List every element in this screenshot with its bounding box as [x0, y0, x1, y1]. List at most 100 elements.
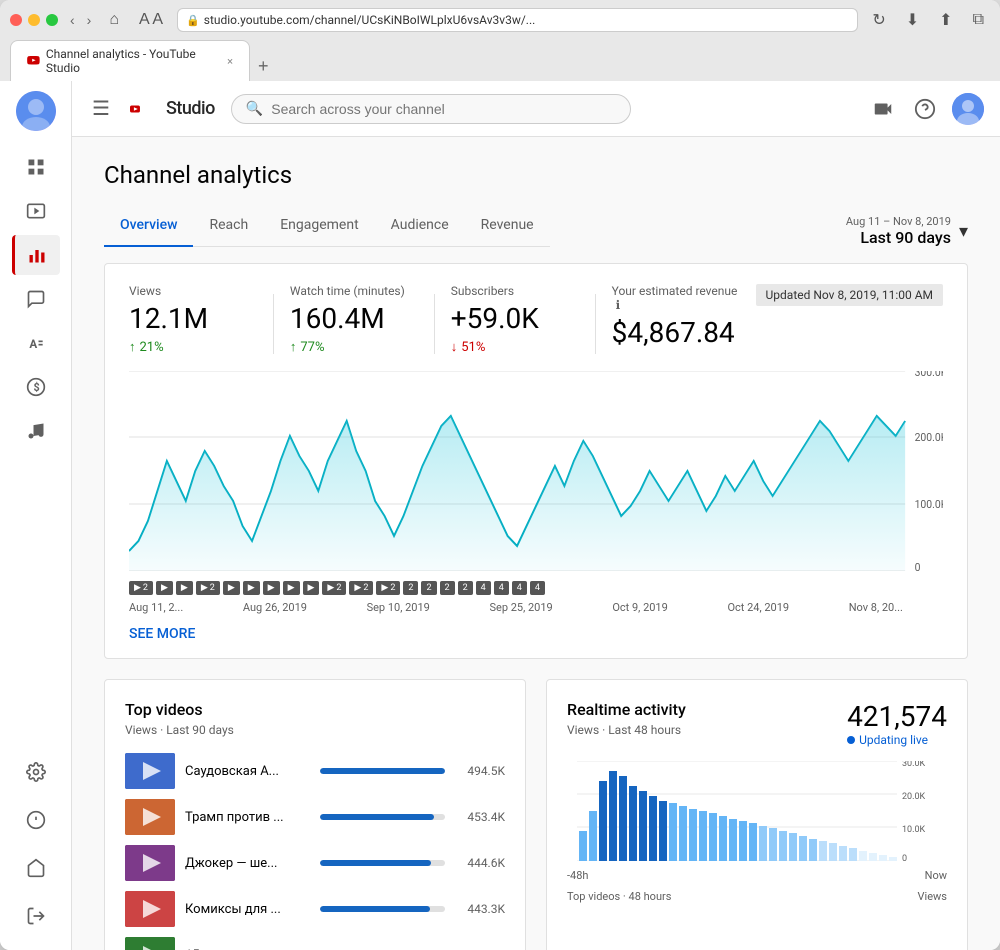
tab-audience[interactable]: Audience	[375, 205, 465, 247]
video-bar-2	[320, 814, 434, 820]
revenue-info-icon[interactable]: ℹ	[616, 298, 621, 312]
video-item-1[interactable]: Саудовская А... 494.5K	[125, 753, 505, 789]
download-button[interactable]: ⬇	[900, 8, 925, 32]
stat-divider-3	[595, 294, 596, 354]
create-button[interactable]	[868, 94, 898, 124]
video-bar-1	[320, 768, 445, 774]
date-range[interactable]: Aug 11 – Nov 8, 2019 Last 90 days ▾	[846, 215, 968, 247]
new-tab-button[interactable]: +	[250, 52, 277, 81]
reader-view-button[interactable]: A A	[133, 9, 169, 31]
badge-1: ▶ 2	[129, 581, 153, 595]
live-dot	[847, 736, 855, 744]
youtube-icon	[130, 98, 162, 120]
video-title-4: Комиксы для ...	[185, 902, 310, 917]
app-layout: A $	[0, 81, 1000, 950]
chart-x-labels: Aug 11, 2... Aug 26, 2019 Sep 10, 2019 S…	[129, 601, 943, 614]
realtime-chart: 30.0K 20.0K 10.0K 0	[567, 761, 947, 861]
user-avatar[interactable]	[952, 93, 984, 125]
forward-button[interactable]: ›	[83, 10, 96, 30]
svg-text:A: A	[29, 337, 37, 351]
views-value: 12.1M	[129, 302, 257, 335]
svg-text:30.0K: 30.0K	[902, 761, 926, 769]
maximize-button[interactable]	[46, 14, 58, 26]
badge-16: 2	[458, 581, 473, 595]
sidebar-item-dashboard[interactable]	[12, 147, 60, 187]
badge-10: ▶ 2	[322, 581, 346, 595]
yt-studio-logo[interactable]: Studio	[130, 98, 215, 120]
home-button[interactable]: ⌂	[103, 9, 125, 31]
svg-text:20.0K: 20.0K	[902, 792, 926, 802]
badge-4: ▶ 2	[196, 581, 220, 595]
badge-3: ▶	[176, 581, 193, 595]
video-title-1: Саудовская А...	[185, 764, 310, 779]
sidebar-item-whats-new[interactable]	[12, 848, 60, 888]
browser-window: ‹ › ⌂ A A 🔒 studio.youtube.com/channel/U…	[0, 0, 1000, 950]
badge-5: ▶	[223, 581, 240, 595]
x-label-3: Sep 10, 2019	[367, 601, 430, 614]
video-count-4: 443.3K	[455, 902, 505, 916]
watch-time-up-arrow	[290, 339, 297, 355]
sidebar-item-settings[interactable]	[12, 752, 60, 792]
sidebar-item-exit[interactable]	[12, 896, 60, 936]
tab-overview[interactable]: Overview	[104, 205, 193, 247]
video-title-3: Джокер — ше...	[185, 856, 310, 871]
top-videos-subtitle: Views · Last 90 days	[125, 723, 505, 737]
sidebar-item-monetization[interactable]: $	[12, 367, 60, 407]
tab-reach[interactable]: Reach	[193, 205, 264, 247]
subscribers-down-arrow	[451, 339, 458, 355]
realtime-footer-left: Top videos · 48 hours	[567, 890, 671, 903]
video-thumb-4	[125, 891, 175, 927]
back-button[interactable]: ‹	[66, 10, 79, 30]
see-more-link[interactable]: SEE MORE	[129, 626, 943, 642]
video-bar-container-4	[320, 906, 445, 912]
badge-2: ▶	[156, 581, 173, 595]
search-bar[interactable]: 🔍	[231, 94, 631, 124]
video-item-5[interactable]: 15 лет со дня ... 408.6K	[125, 937, 505, 950]
video-item-2[interactable]: Трамп против ... 453.4K	[125, 799, 505, 835]
top-videos-title: Top videos	[125, 700, 505, 719]
video-bar-4	[320, 906, 430, 912]
x-label-4: Sep 25, 2019	[489, 601, 552, 614]
subscribers-value: +59.0K	[451, 302, 579, 335]
sidebar-item-feedback[interactable]	[12, 800, 60, 840]
search-input[interactable]	[271, 101, 616, 117]
minimize-button[interactable]	[28, 14, 40, 26]
tab-engagement[interactable]: Engagement	[264, 205, 374, 247]
video-item-3[interactable]: Джокер — ше... 444.6K	[125, 845, 505, 881]
stats-header: Views 12.1M 21% Watch time (minutes) 160…	[129, 284, 943, 355]
sidebar-toggle-button[interactable]: ⧉	[967, 9, 990, 31]
video-bar-3	[320, 860, 431, 866]
svg-text:200.0K: 200.0K	[915, 431, 943, 444]
tab-close-button[interactable]: ×	[227, 55, 233, 68]
x-label-7: Nov 8, 20...	[849, 601, 903, 614]
stat-views: Views 12.1M 21%	[129, 284, 257, 355]
studio-label: Studio	[166, 98, 215, 119]
sidebar-item-comments[interactable]	[12, 279, 60, 319]
close-button[interactable]	[10, 14, 22, 26]
sidebar-item-audio[interactable]	[12, 411, 60, 451]
x-label-6: Oct 24, 2019	[727, 601, 789, 614]
active-tab[interactable]: Channel analytics - YouTube Studio ×	[10, 40, 250, 81]
sidebar-avatar[interactable]	[16, 91, 56, 131]
refresh-button[interactable]: ↻	[866, 8, 891, 32]
stat-watch-time: Watch time (minutes) 160.4M 77%	[290, 284, 418, 355]
address-bar[interactable]: 🔒 studio.youtube.com/channel/UCsKiNBoIWL…	[177, 8, 858, 32]
share-button[interactable]: ⬆	[933, 8, 958, 32]
sidebar-item-subtitles[interactable]: A	[12, 323, 60, 363]
x-label-2: Aug 26, 2019	[243, 601, 307, 614]
top-nav-right	[868, 93, 984, 125]
date-dropdown-icon[interactable]: ▾	[959, 221, 968, 242]
badge-18: 4	[494, 581, 509, 595]
svg-text:10.0K: 10.0K	[902, 825, 926, 835]
sidebar-item-videos[interactable]	[12, 191, 60, 231]
hamburger-button[interactable]: ☰	[88, 92, 114, 125]
tab-revenue[interactable]: Revenue	[465, 205, 550, 247]
revenue-value: $4,867.84	[612, 316, 740, 349]
stat-revenue: Your estimated revenue ℹ $4,867.84	[612, 284, 740, 353]
video-item-4[interactable]: Комиксы для ... 443.3K	[125, 891, 505, 927]
updated-badge: Updated Nov 8, 2019, 11:00 AM	[756, 284, 944, 306]
badge-19: 4	[512, 581, 527, 595]
sidebar-item-analytics[interactable]	[12, 235, 60, 275]
browser-navigation: ‹ ›	[66, 10, 95, 30]
help-button[interactable]	[910, 94, 940, 124]
